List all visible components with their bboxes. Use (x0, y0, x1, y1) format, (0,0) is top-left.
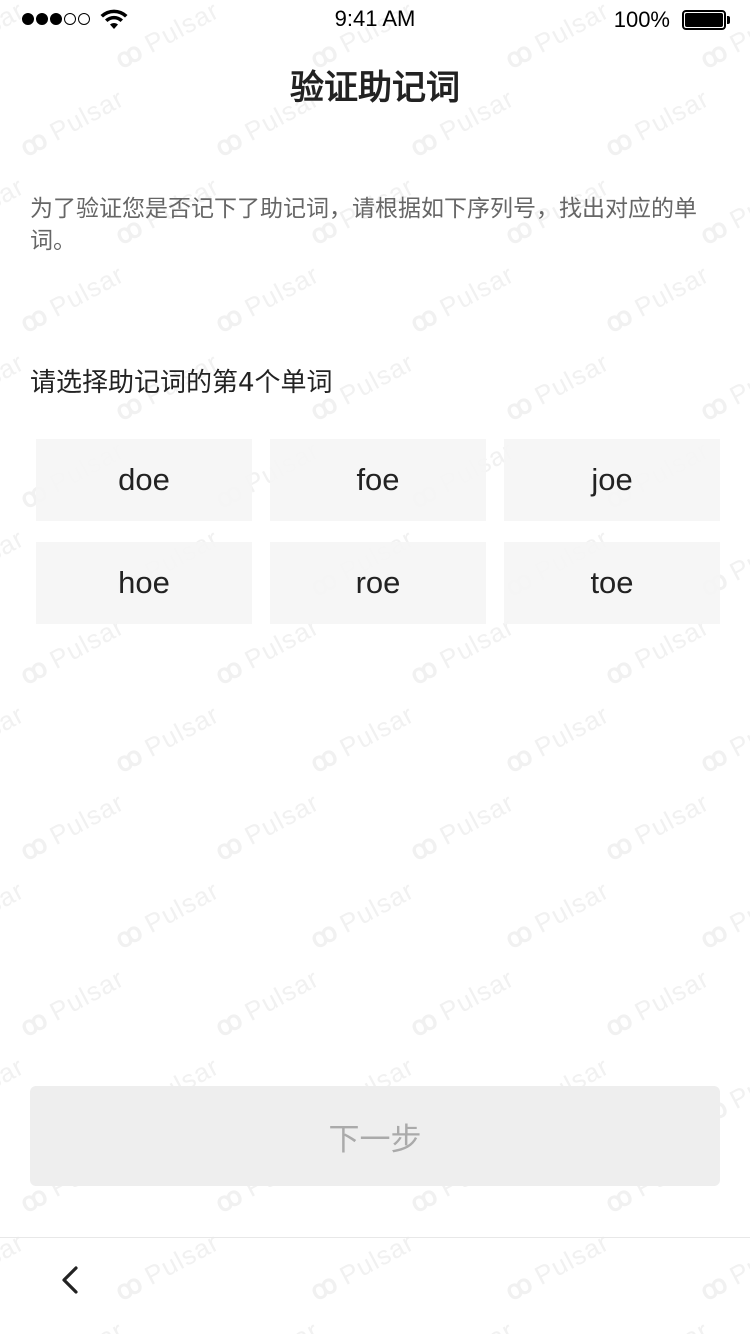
watermark-mark: ꝏPulsar (600, 962, 715, 1043)
watermark-mark: ꝏPulsar (405, 258, 520, 339)
word-option[interactable]: hoe (36, 542, 252, 624)
watermark-mark: ꝏPulsar (600, 258, 715, 339)
bottom-nav-bar (0, 1237, 750, 1334)
watermark-mark: ꝏPulsar (15, 258, 130, 339)
watermark-mark: ꝏPulsar (500, 698, 615, 779)
battery-percent: 100% (613, 7, 670, 32)
page-title: 验证助记词 (290, 68, 460, 108)
word-prompt: 请选择助记词的第4个单词 (30, 368, 333, 398)
watermark-mark: ꝏPulsar (405, 786, 520, 867)
watermark-mark: ꝏPulsar (695, 874, 750, 955)
chevron-left-icon[interactable] (52, 1260, 92, 1300)
watermark-mark: ꝏPulsar (0, 346, 30, 411)
watermark-mark: ꝏPulsar (405, 962, 520, 1043)
word-option[interactable]: toe (504, 542, 720, 624)
word-options-grid: doe foe joe hoe roe toe (36, 439, 720, 624)
watermark-mark: ꝏPulsar (110, 698, 225, 779)
watermark-mark: ꝏPulsar (500, 346, 615, 427)
watermark-mark: ꝏPulsar (0, 522, 30, 587)
next-step-button[interactable]: 下一步 (30, 1086, 720, 1186)
watermark-mark: ꝏPulsar (695, 698, 750, 779)
watermark-mark: ꝏPulsar (210, 786, 325, 867)
instruction-text: 为了验证您是否记下了助记词，请根据如下序列号，找出对应的单词。 (30, 196, 697, 254)
watermark-mark: ꝏPulsar (110, 874, 225, 955)
word-option[interactable]: foe (270, 439, 486, 521)
word-option[interactable]: joe (504, 439, 720, 521)
watermark-mark: ꝏPulsar (15, 962, 130, 1043)
word-option[interactable]: roe (270, 542, 486, 624)
screen: ꝏPulsarꝏPulsarꝏPulsarꝏPulsarꝏPulsarꝏPuls… (0, 0, 750, 1334)
watermark-mark: ꝏPulsar (15, 786, 130, 867)
watermark-mark: ꝏPulsar (210, 962, 325, 1043)
watermark-mark: ꝏPulsar (695, 346, 750, 427)
watermark-mark: ꝏPulsar (305, 698, 420, 779)
word-option[interactable]: doe (36, 439, 252, 521)
watermark-mark: ꝏPulsar (500, 874, 615, 955)
watermark-mark: ꝏPulsar (0, 874, 30, 939)
watermark-mark: ꝏPulsar (0, 1050, 30, 1115)
battery-icon (682, 10, 730, 30)
status-bar: 9:41 AM 100% (0, 0, 750, 40)
watermark-mark: ꝏPulsar (600, 786, 715, 867)
watermark-mark: ꝏPulsar (210, 258, 325, 339)
watermark-mark: ꝏPulsar (0, 170, 30, 235)
watermark-mark: ꝏPulsar (0, 698, 30, 763)
watermark-mark: ꝏPulsar (305, 874, 420, 955)
